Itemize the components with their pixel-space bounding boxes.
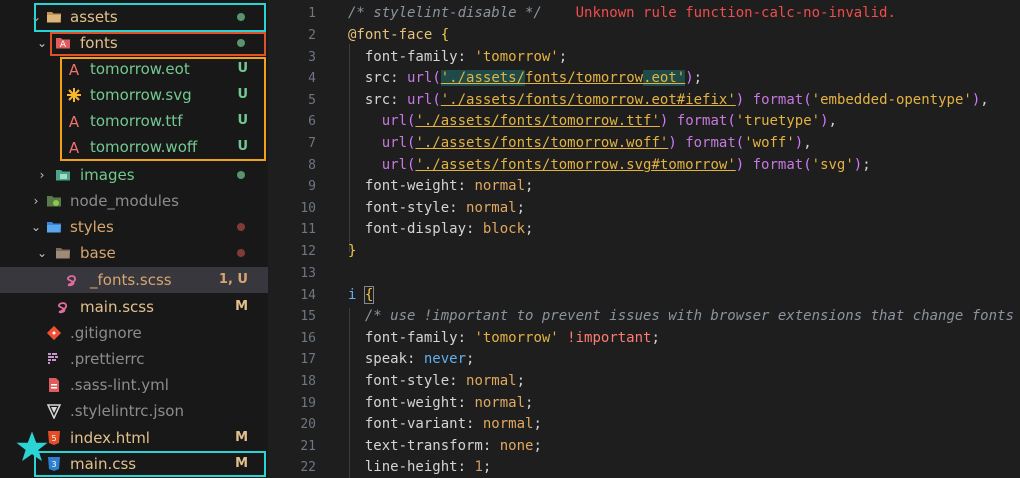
code-line: font-family: 'tomorrow'; xyxy=(364,49,568,65)
tree-item-label: _fonts.scss xyxy=(90,271,172,289)
code-line: i { xyxy=(348,286,375,304)
line-number: 21 xyxy=(300,439,316,454)
tree-item-fonts-scss[interactable]: _fonts.scss 1, U xyxy=(0,267,268,293)
tree-item-base[interactable]: ⌄ base xyxy=(0,240,268,266)
tree-item-node-modules[interactable]: › node_modules xyxy=(0,188,268,214)
chevron-right-icon[interactable]: › xyxy=(36,162,48,188)
code-line: font-family: 'tomorrow' !important; xyxy=(364,330,660,346)
tree-item-prettierrc[interactable]: .prettierrc xyxy=(0,346,268,372)
tree-item-sass-lint[interactable]: .sass-lint.yml xyxy=(0,372,268,398)
line-number: 1 xyxy=(308,6,316,21)
code-line: src: url('./assets/fonts/tomorrow.eot'); xyxy=(364,70,703,86)
line-number: 13 xyxy=(300,266,316,281)
code-editor[interactable]: 1 2 3 4 5 6 7 8 9 10 11 12 13 14 15 16 1… xyxy=(268,0,1020,478)
star-marker-icon xyxy=(16,431,48,462)
tree-item-label: .sass-lint.yml xyxy=(70,376,169,394)
status-dot xyxy=(237,249,245,257)
code-line: font-style: normal; xyxy=(364,373,526,389)
tree-item-label: styles xyxy=(70,218,114,236)
file-explorer: ⌄ assets ⌄ A fonts A tomorrow.eot U tomo… xyxy=(0,0,268,478)
line-number: 20 xyxy=(300,417,316,432)
line-number: 15 xyxy=(300,309,316,324)
sass-file-icon xyxy=(57,302,68,314)
tree-item-label: .prettierrc xyxy=(70,350,145,368)
chevron-right-icon[interactable]: › xyxy=(30,188,42,214)
line-number: 14 xyxy=(300,288,316,303)
folder-node-icon xyxy=(47,196,61,207)
chevron-down-icon[interactable]: ⌄ xyxy=(36,240,48,266)
line-number: 4 xyxy=(308,71,316,86)
inline-error-message: Unknown rule function-calc-no-invalid. xyxy=(575,5,896,21)
line-number: 12 xyxy=(300,244,316,259)
code-line: speak: never; xyxy=(364,351,475,367)
line-number: 5 xyxy=(308,93,316,108)
line-number: 22 xyxy=(300,460,316,475)
line-number: 11 xyxy=(300,222,316,237)
chevron-down-icon[interactable]: ⌄ xyxy=(30,214,42,240)
tree-item-label: node_modules xyxy=(70,192,179,210)
line-number: 16 xyxy=(300,331,316,346)
line-number: 2 xyxy=(308,28,316,43)
code-line: line-height: 1; xyxy=(364,459,492,475)
folder-images-icon xyxy=(56,170,70,181)
tree-item-styles[interactable]: ⌄ styles xyxy=(0,214,268,240)
status-dot xyxy=(237,223,245,231)
tree-item-images[interactable]: › images xyxy=(0,162,268,188)
highlight-box-fonts xyxy=(50,32,266,56)
tree-item-label: index.html xyxy=(70,429,150,447)
stylelint-icon xyxy=(46,404,62,419)
line-number: 6 xyxy=(308,114,316,129)
status-dot xyxy=(237,171,245,179)
highlight-box-assets xyxy=(34,3,266,32)
line-number: 18 xyxy=(300,374,316,389)
git-icon xyxy=(46,325,62,341)
code-line: /* stylelint-disable */ Unknown rule fun… xyxy=(348,5,896,21)
git-status-badge: M xyxy=(235,299,248,314)
tree-item-stylelintrc[interactable]: .stylelintrc.json xyxy=(0,398,268,424)
sass-file-icon xyxy=(66,275,77,287)
line-number: 9 xyxy=(308,179,316,194)
line-number: 8 xyxy=(308,158,316,173)
prettier-icon xyxy=(48,353,58,364)
code-line: font-weight: normal; xyxy=(364,178,534,194)
tree-item-label: base xyxy=(80,244,116,262)
yaml-file-icon xyxy=(49,378,59,392)
tree-item-gitignore[interactable]: .gitignore xyxy=(0,320,268,346)
code-line: text-transform: none; xyxy=(364,438,542,454)
tree-item-label: .gitignore xyxy=(70,324,142,342)
code-line: font-weight: normal; xyxy=(364,395,534,411)
code-line: } xyxy=(348,243,357,259)
chevron-down-icon[interactable]: ⌄ xyxy=(36,30,48,56)
code-line: url('./assets/fonts/tomorrow.woff') form… xyxy=(381,135,812,151)
line-number: 19 xyxy=(300,396,316,411)
tree-item-label: images xyxy=(80,166,135,184)
line-number: 10 xyxy=(300,201,316,216)
folder-open-icon xyxy=(56,248,70,259)
tree-item-main-scss[interactable]: main.scss M xyxy=(0,294,268,320)
code-line: @font-face { xyxy=(348,27,450,43)
code-line: /* use !important to prevent issues with… xyxy=(364,308,1020,324)
code-line: font-variant: normal; xyxy=(364,416,542,432)
code-line: font-style: normal; xyxy=(364,200,526,216)
git-status-badge: 1, U xyxy=(218,272,248,287)
highlight-box-main-css xyxy=(34,451,266,477)
svg-text:5: 5 xyxy=(51,434,56,443)
code-line: src: url('./assets/fonts/tomorrow.eot#ie… xyxy=(364,92,989,108)
line-number: 17 xyxy=(300,352,316,367)
code-line: font-display: block; xyxy=(364,221,534,237)
line-number: 3 xyxy=(308,50,316,65)
folder-styles-icon xyxy=(47,222,61,233)
tree-item-label: main.scss xyxy=(80,298,154,316)
code-line: url('./assets/fonts/tomorrow.ttf') forma… xyxy=(381,113,837,129)
line-number: 7 xyxy=(308,136,316,151)
code-line: url('./assets/fonts/tomorrow.svg#tomorro… xyxy=(381,157,871,173)
highlight-box-font-files xyxy=(60,57,266,161)
git-status-badge: M xyxy=(235,430,248,445)
tree-item-label: .stylelintrc.json xyxy=(70,402,184,420)
